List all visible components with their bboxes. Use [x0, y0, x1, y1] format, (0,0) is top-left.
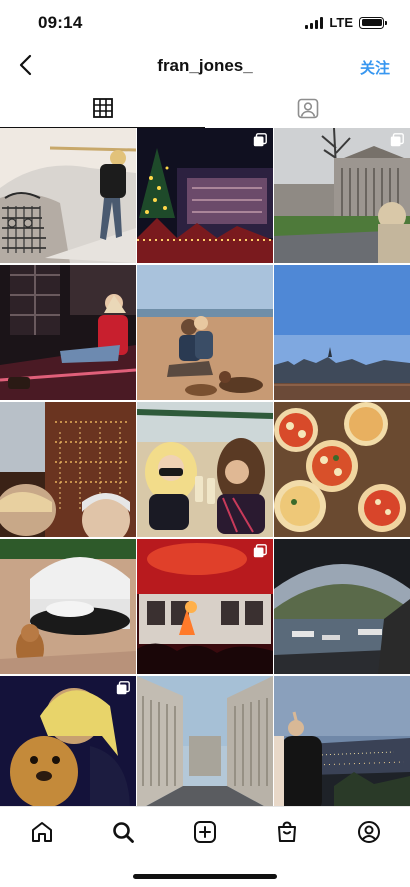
post-tile[interactable] [0, 676, 136, 811]
multiple-photos-icon [253, 133, 267, 147]
shop-bag-icon [278, 821, 296, 842]
post-tile[interactable] [137, 402, 273, 537]
post-tile[interactable] [137, 265, 273, 400]
tagged-person-icon [297, 98, 318, 119]
post-tile[interactable] [274, 402, 410, 537]
profile-tabs [0, 88, 410, 128]
search-icon [113, 822, 134, 843]
nav-search[interactable] [110, 819, 136, 845]
tab-tagged[interactable] [205, 88, 410, 128]
nav-new-post[interactable] [192, 819, 218, 845]
post-tile[interactable] [137, 676, 273, 811]
post-tile[interactable] [274, 265, 410, 400]
status-bar: 09:14 LTE [0, 0, 410, 46]
status-indicators: LTE [305, 15, 387, 30]
network-label: LTE [329, 15, 353, 30]
profile-username: fran_jones_ [157, 56, 253, 75]
profile-icon [358, 821, 380, 843]
post-tile[interactable] [274, 128, 410, 263]
posts-grid [0, 128, 410, 811]
post-tile[interactable] [274, 676, 410, 811]
post-tile[interactable] [137, 128, 273, 263]
post-tile[interactable] [0, 402, 136, 537]
battery-icon [359, 16, 387, 29]
home-indicator [133, 874, 277, 879]
home-icon [32, 822, 52, 842]
post-tile[interactable] [274, 539, 410, 674]
multiple-photos-icon [116, 681, 130, 695]
post-tile[interactable] [137, 539, 273, 674]
multiple-photos-icon [390, 133, 404, 147]
nav-shop[interactable] [274, 819, 300, 845]
post-tile[interactable] [0, 265, 136, 400]
signal-icon [305, 16, 324, 29]
grid-icon [92, 98, 113, 118]
status-time: 09:14 [38, 13, 83, 32]
multiple-photos-icon [253, 544, 267, 558]
header: fran_jones_ 关注 [0, 46, 410, 88]
add-post-icon [194, 821, 216, 843]
post-tile[interactable] [0, 539, 136, 674]
nav-profile[interactable] [356, 819, 382, 845]
bottom-tab-bar [0, 806, 410, 856]
follow-button[interactable]: 关注 [360, 57, 390, 78]
post-tile[interactable] [0, 128, 136, 263]
tab-grid[interactable] [0, 88, 205, 128]
nav-home[interactable] [29, 819, 55, 845]
